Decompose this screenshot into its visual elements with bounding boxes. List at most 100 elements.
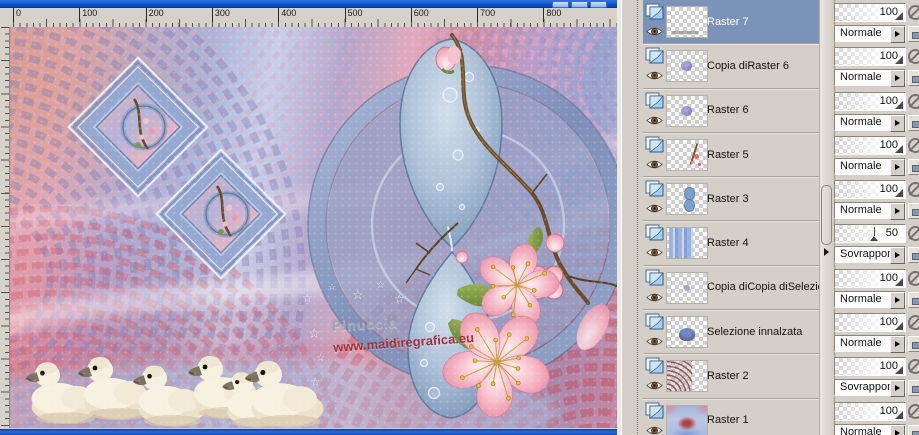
opacity-slider-handle[interactable] — [895, 100, 903, 109]
visibility-eye-icon[interactable] — [646, 201, 663, 213]
visibility-eye-icon[interactable] — [646, 423, 663, 434]
brush-opacity-icon[interactable] — [908, 5, 919, 20]
layer-row[interactable]: Raster 3 — [643, 176, 819, 221]
blend-mode-dropdown[interactable]: Normale — [834, 157, 906, 176]
splitter-grip[interactable] — [821, 185, 832, 245]
visibility-eye-icon[interactable] — [646, 113, 663, 124]
brush-opacity-icon[interactable] — [908, 93, 919, 109]
layer-thumbnail — [666, 360, 708, 393]
layer-lock-icon[interactable] — [908, 336, 919, 353]
visibility-eye-icon[interactable] — [646, 290, 663, 302]
brush-opacity-icon[interactable] — [908, 270, 919, 286]
blend-mode-dropdown[interactable]: Normale — [834, 290, 906, 309]
layer-lock-icon[interactable] — [908, 203, 919, 220]
dropdown-arrow-icon[interactable] — [890, 424, 905, 435]
opacity-value: 50 — [885, 227, 898, 240]
opacity-slider-handle[interactable] — [895, 12, 903, 20]
brush-opacity-icon[interactable] — [908, 315, 919, 331]
window-maximize-button[interactable] — [571, 1, 588, 8]
dropdown-arrow-icon[interactable] — [890, 247, 905, 265]
layer-lock-icon[interactable] — [908, 291, 919, 308]
dropdown-arrow-icon[interactable] — [890, 158, 905, 176]
blend-mode-dropdown[interactable]: Normale — [834, 202, 906, 221]
brush-opacity-icon[interactable] — [908, 403, 919, 419]
layer-thumbnail — [666, 6, 708, 38]
layer-lock-icon[interactable] — [908, 26, 919, 42]
opacity-slider-handle[interactable] — [895, 144, 903, 153]
layer-lock-icon[interactable] — [908, 70, 919, 87]
layer-row[interactable]: Raster 6 — [643, 87, 819, 132]
brush-opacity-icon[interactable] — [908, 226, 919, 242]
blend-mode-value: Normale — [840, 159, 882, 172]
blend-mode-dropdown[interactable]: Sovrapponi — [834, 246, 906, 265]
layer-row[interactable]: Copia diRaster 6 — [643, 43, 819, 88]
opacity-slider-handle[interactable] — [895, 322, 903, 331]
blend-mode-dropdown[interactable]: Normale — [834, 25, 906, 43]
visibility-eye-icon[interactable] — [646, 245, 663, 257]
opacity-slider-handle[interactable] — [895, 56, 903, 65]
opacity-slider[interactable]: 100 — [834, 180, 906, 200]
dropdown-arrow-icon[interactable] — [890, 380, 905, 398]
layer-lock-icon[interactable] — [908, 158, 919, 175]
opacity-slider-handle[interactable] — [869, 227, 878, 242]
layer-lock-icon[interactable] — [908, 114, 919, 131]
layer-controls: 100 Normale — [833, 176, 919, 221]
window-close-button[interactable] — [590, 1, 607, 8]
blend-mode-dropdown[interactable]: Sovrapponi — [834, 379, 906, 398]
visibility-eye-icon[interactable] — [646, 157, 663, 169]
layer-row[interactable]: Raster 2 — [643, 353, 819, 398]
dropdown-arrow-icon[interactable] — [890, 114, 905, 132]
layer-row[interactable]: Raster 1 — [643, 397, 819, 435]
watermark-star-icon: ☆ — [376, 280, 385, 291]
visibility-eye-icon[interactable] — [646, 334, 663, 346]
dropdown-arrow-icon[interactable] — [890, 336, 905, 354]
layer-controls: 100 Normale — [833, 88, 919, 132]
opacity-slider[interactable]: 50 — [834, 224, 906, 244]
visibility-eye-icon[interactable] — [646, 378, 663, 390]
dropdown-arrow-icon[interactable] — [890, 26, 905, 43]
ruler-label: 500 — [344, 8, 363, 22]
watermark-artist-name: Pinuccia — [331, 314, 398, 334]
opacity-slider[interactable]: 100 — [834, 401, 906, 421]
brush-opacity-icon[interactable] — [908, 182, 919, 198]
opacity-slider[interactable]: 100 — [834, 313, 906, 333]
blend-mode-dropdown[interactable]: Normale — [834, 423, 906, 435]
opacity-slider-handle[interactable] — [895, 366, 903, 375]
window-minimize-button[interactable] — [552, 1, 569, 8]
opacity-slider[interactable]: 100 — [834, 3, 906, 22]
blend-mode-dropdown[interactable]: Normale — [834, 113, 906, 132]
layer-row[interactable]: Raster 5 — [643, 131, 819, 177]
splitter-collapse-arrow-icon[interactable] — [824, 248, 829, 256]
opacity-slider[interactable]: 100 — [834, 268, 906, 288]
layer-controls: 50 Sovrapponi — [833, 220, 919, 265]
opacity-slider-handle[interactable] — [895, 410, 903, 419]
opacity-slider-handle[interactable] — [895, 189, 903, 198]
visibility-eye-icon[interactable] — [646, 24, 663, 36]
layer-row[interactable]: Selezione innalzata — [643, 309, 819, 354]
layer-row[interactable]: Raster 7 — [643, 0, 819, 44]
visibility-eye-icon[interactable] — [646, 68, 663, 80]
layer-controls-column: 100 Normale 100 Normale 100 Normale 100 Normale… — [833, 0, 919, 435]
brush-opacity-icon[interactable] — [908, 49, 919, 65]
ruler-label: 400 — [278, 8, 296, 22]
dropdown-arrow-icon[interactable] — [890, 291, 905, 309]
layer-row[interactable]: Copia diCopia diSelezione innalzata — [643, 264, 819, 310]
opacity-slider[interactable]: 100 — [834, 135, 906, 155]
opacity-slider[interactable]: 100 — [834, 91, 906, 111]
opacity-slider[interactable]: 100 — [834, 357, 906, 377]
layer-lock-icon[interactable] — [908, 380, 919, 397]
layer-page-icon — [645, 180, 664, 197]
opacity-slider[interactable]: 100 — [834, 47, 906, 67]
blend-mode-dropdown[interactable]: Normale — [834, 69, 906, 88]
artwork-canvas[interactable]: ☆ ☆ ☆ ☆ ☆ ☆ ☆ ☆ Pinuccia www.maidiregraf… — [10, 27, 617, 428]
layer-page-icon — [645, 92, 664, 109]
dropdown-arrow-icon[interactable] — [890, 70, 905, 88]
blend-mode-dropdown[interactable]: Normale — [834, 335, 906, 354]
brush-opacity-icon[interactable] — [908, 137, 919, 153]
dropdown-arrow-icon[interactable] — [890, 203, 905, 221]
layer-row[interactable]: Raster 4 — [643, 220, 819, 265]
opacity-slider-handle[interactable] — [895, 277, 903, 286]
brush-opacity-icon[interactable] — [908, 359, 919, 375]
layer-lock-icon[interactable] — [908, 424, 919, 435]
layer-lock-icon[interactable] — [908, 247, 919, 264]
